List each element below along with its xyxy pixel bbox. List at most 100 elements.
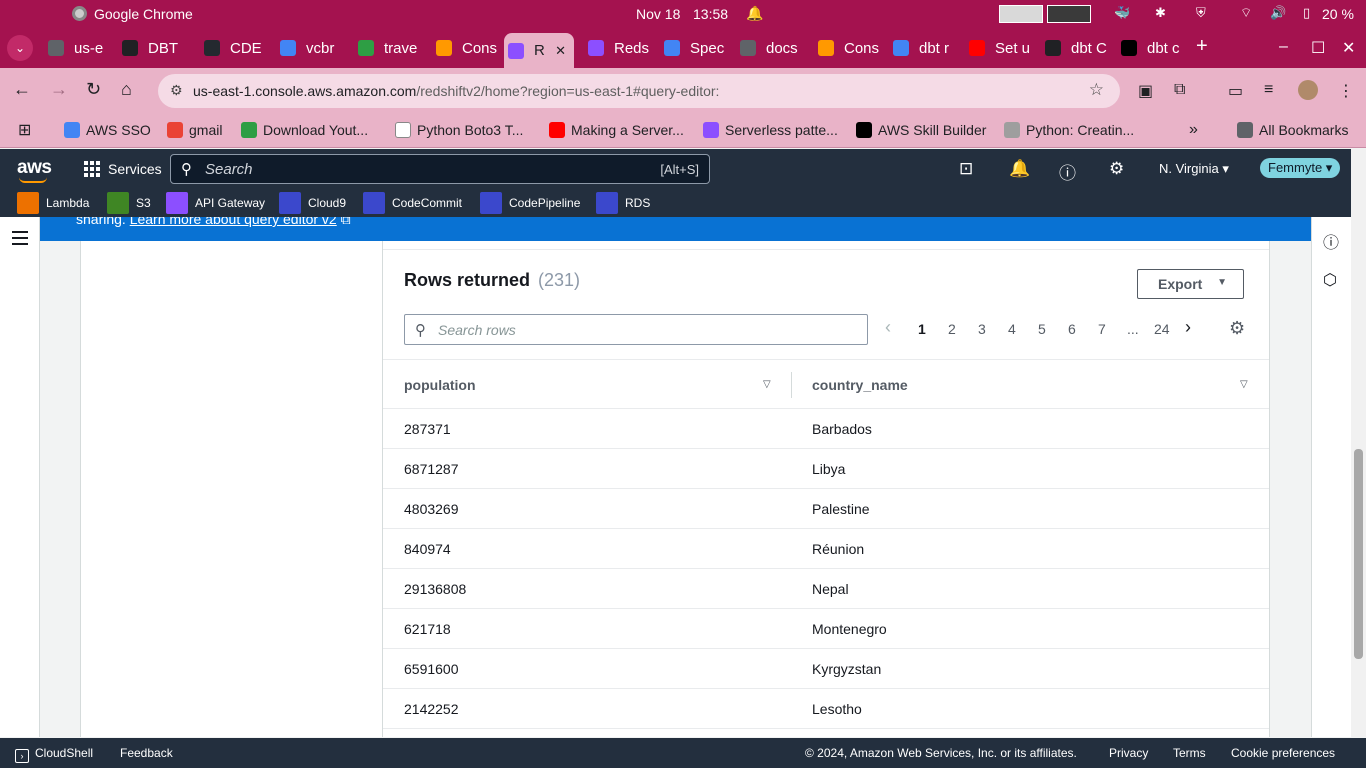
aws-favorite-service[interactable]: API Gateway bbox=[166, 192, 265, 214]
browser-tab[interactable]: Cons bbox=[814, 33, 884, 63]
cast-icon[interactable]: ▭ bbox=[1228, 81, 1243, 101]
aws-favorite-service[interactable]: Lambda bbox=[17, 192, 89, 214]
back-icon[interactable]: ← bbox=[13, 79, 31, 100]
browser-tab[interactable]: dbt C bbox=[1041, 33, 1113, 63]
table-row[interactable]: 29136808 Nepal bbox=[383, 569, 1269, 609]
privacy-link[interactable]: Privacy bbox=[1109, 746, 1148, 760]
minimize-icon[interactable]: – bbox=[1279, 38, 1288, 56]
aws-logo[interactable]: aws bbox=[17, 157, 52, 183]
feedback-link[interactable]: Feedback bbox=[120, 746, 173, 760]
bookmark-item[interactable]: Making a Server... bbox=[549, 120, 684, 140]
aws-search-box[interactable]: ⚲ [Alt+S] bbox=[170, 154, 710, 184]
bookmark-item[interactable]: gmail bbox=[167, 120, 222, 140]
region-selector[interactable]: N. Virginia ▾ bbox=[1159, 161, 1229, 177]
page-number[interactable]: 2 bbox=[948, 321, 956, 337]
banner-learn-more-link[interactable]: Learn more about query editor v2 bbox=[130, 217, 337, 227]
more-bookmarks-icon[interactable]: » bbox=[1189, 120, 1198, 140]
table-row[interactable]: 840974 Réunion bbox=[383, 529, 1269, 569]
page-number[interactable]: ... bbox=[1127, 321, 1139, 337]
docker-icon[interactable]: 🐳 bbox=[1114, 5, 1130, 21]
apps-grid-icon[interactable]: ⊞ bbox=[18, 120, 31, 140]
bookmark-item[interactable]: Download Yout... bbox=[241, 120, 368, 140]
page-number[interactable]: 1 bbox=[918, 321, 926, 337]
hamburger-menu-icon[interactable] bbox=[12, 231, 28, 249]
cloudshell-icon[interactable]: ⊡ bbox=[959, 159, 973, 179]
browser-tab[interactable]: DBT bbox=[118, 33, 196, 63]
bookmark-item[interactable]: Python: Creatin... bbox=[1004, 120, 1134, 140]
column-header-population[interactable]: population bbox=[404, 377, 476, 393]
display-thumbnail-1[interactable] bbox=[999, 5, 1043, 23]
table-preferences-gear-icon[interactable]: ⚙ bbox=[1229, 318, 1245, 339]
services-menu[interactable]: Services bbox=[108, 161, 162, 177]
bookmark-item[interactable]: Python Boto3 T... bbox=[395, 120, 523, 140]
browser-tab[interactable]: Reds bbox=[584, 33, 656, 63]
forward-icon[interactable]: → bbox=[50, 79, 68, 100]
shield-icon[interactable]: ⛨ bbox=[1196, 5, 1206, 21]
sort-icon[interactable]: ▽ bbox=[763, 379, 771, 390]
browser-tab[interactable]: Spec bbox=[660, 33, 732, 63]
close-window-icon[interactable]: ✕ bbox=[1342, 38, 1355, 58]
battery-icon[interactable]: ▯ bbox=[1303, 5, 1310, 21]
browser-tab[interactable]: R ✕ bbox=[504, 33, 574, 68]
app-name[interactable]: Google Chrome bbox=[94, 6, 193, 22]
services-grid-icon[interactable] bbox=[84, 161, 100, 177]
aws-favorite-service[interactable]: Cloud9 bbox=[279, 192, 346, 214]
help-icon[interactable]: ⓘ bbox=[1059, 159, 1076, 184]
slack-icon[interactable]: ✱ bbox=[1155, 5, 1166, 21]
notifications-icon[interactable]: 🔔 bbox=[1009, 159, 1030, 179]
extension-flag-icon[interactable]: ▣ bbox=[1138, 81, 1153, 101]
table-row[interactable]: 4803269 Palestine bbox=[383, 489, 1269, 529]
column-header-country-name[interactable]: country_name bbox=[812, 377, 908, 393]
page-number[interactable]: 4 bbox=[1008, 321, 1016, 337]
media-control-icon[interactable]: ≡ bbox=[1264, 81, 1273, 99]
profile-avatar[interactable] bbox=[1298, 80, 1318, 100]
page-number[interactable]: 5 bbox=[1038, 321, 1046, 337]
tab-search-dropdown-icon[interactable]: ⌄ bbox=[7, 35, 33, 61]
terms-link[interactable]: Terms bbox=[1173, 746, 1206, 760]
page-scrollbar[interactable] bbox=[1351, 149, 1366, 737]
close-tab-icon[interactable]: ✕ bbox=[555, 43, 566, 59]
browser-tab[interactable]: trave bbox=[354, 33, 428, 63]
browser-tab[interactable]: docs bbox=[736, 33, 810, 63]
cookie-preferences-link[interactable]: Cookie preferences bbox=[1231, 746, 1335, 760]
omnibox[interactable]: ⚙ us-east-1.console.aws.amazon.com/redsh… bbox=[158, 74, 1120, 108]
aws-favorite-service[interactable]: CodeCommit bbox=[363, 192, 462, 214]
scrollbar-thumb[interactable] bbox=[1354, 449, 1363, 659]
table-row[interactable]: 6591600 Kyrgyzstan bbox=[383, 649, 1269, 689]
table-row[interactable]: 2142252 Lesotho bbox=[383, 689, 1269, 729]
browser-tab[interactable]: vcbr bbox=[276, 33, 350, 63]
bookmark-item[interactable]: Serverless patte... bbox=[703, 120, 838, 140]
table-row[interactable]: 621718 Montenegro bbox=[383, 609, 1269, 649]
browser-tab[interactable]: Set u bbox=[965, 33, 1037, 63]
settings-gear-icon[interactable]: ⚙ bbox=[1109, 159, 1124, 179]
extensions-puzzle-icon[interactable]: ⧉ bbox=[1174, 81, 1185, 99]
wifi-icon[interactable]: ⌔ bbox=[1240, 5, 1252, 21]
date[interactable]: Nov 18 bbox=[636, 6, 680, 22]
maximize-icon[interactable]: ☐ bbox=[1311, 38, 1325, 58]
bookmark-item[interactable]: AWS SSO bbox=[64, 120, 151, 140]
browser-tab[interactable]: dbt c bbox=[1117, 33, 1189, 63]
page-number[interactable]: 3 bbox=[978, 321, 986, 337]
cloudshell-link[interactable]: › CloudShell bbox=[15, 746, 93, 763]
home-icon[interactable]: ⌂ bbox=[121, 79, 132, 100]
url-text[interactable]: us-east-1.console.aws.amazon.com/redshif… bbox=[193, 83, 719, 99]
aws-favorite-service[interactable]: S3 bbox=[107, 192, 151, 214]
browser-tab[interactable]: Cons bbox=[432, 33, 500, 63]
display-thumbnail-2[interactable] bbox=[1047, 5, 1091, 23]
browser-tab[interactable]: CDE bbox=[200, 33, 272, 63]
bookmark-item[interactable]: AWS Skill Builder bbox=[856, 120, 986, 140]
aws-search-input[interactable] bbox=[205, 159, 585, 179]
table-row[interactable]: 6871287 Libya bbox=[383, 449, 1269, 489]
bookmark-star-icon[interactable]: ☆ bbox=[1089, 80, 1104, 100]
page-number[interactable]: 7 bbox=[1098, 321, 1106, 337]
reload-icon[interactable]: ↻ bbox=[86, 79, 101, 100]
time[interactable]: 13:58 bbox=[693, 6, 728, 22]
browser-tab[interactable]: dbt r bbox=[889, 33, 961, 63]
browser-tab[interactable]: us-e bbox=[44, 33, 114, 63]
volume-icon[interactable]: 🔊 bbox=[1270, 5, 1286, 21]
aws-favorite-service[interactable]: CodePipeline bbox=[480, 192, 580, 214]
export-button[interactable]: Export ▼ bbox=[1137, 269, 1244, 299]
page-number[interactable]: 6 bbox=[1068, 321, 1076, 337]
table-row[interactable]: 287371 Barbados bbox=[383, 409, 1269, 449]
aws-favorite-service[interactable]: RDS bbox=[596, 192, 650, 214]
